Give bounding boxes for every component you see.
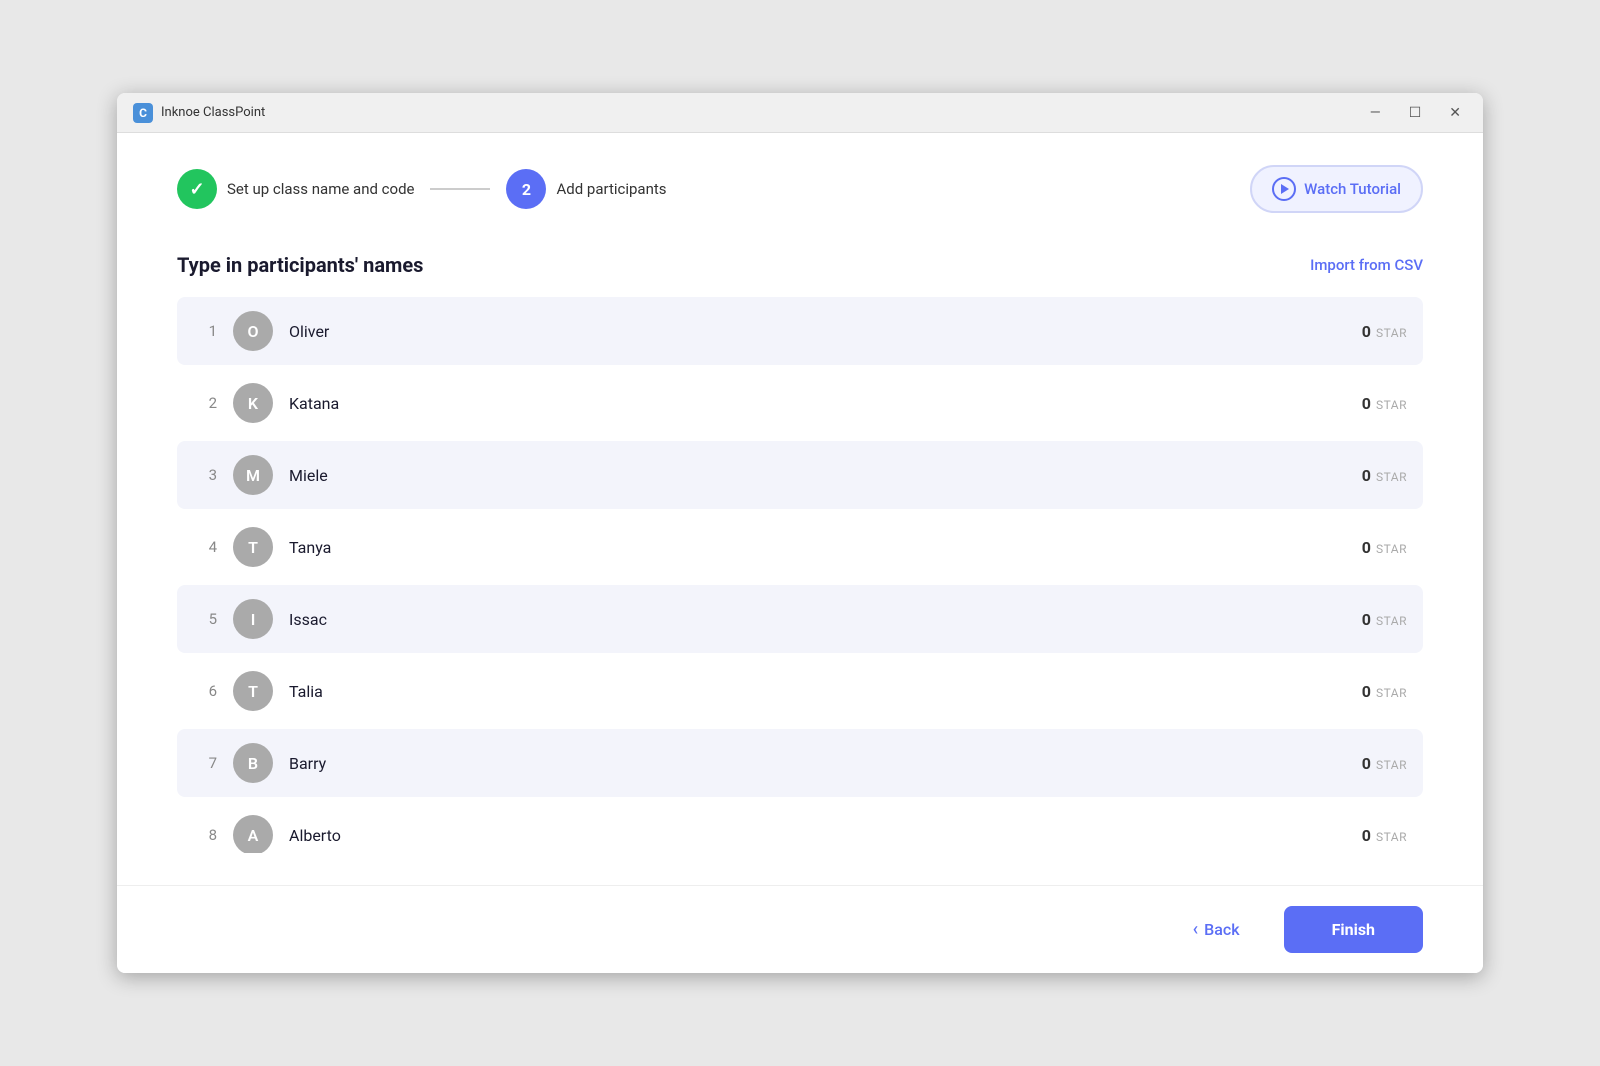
row-number: 7 xyxy=(193,754,217,772)
play-icon xyxy=(1272,177,1296,201)
close-button[interactable]: ✕ xyxy=(1443,103,1467,123)
participant-row: 6 T Talia 0 STAR xyxy=(177,657,1423,725)
stepper-steps: Set up class name and code 2 Add partici… xyxy=(177,169,667,209)
title-bar: C Inknoe ClassPoint — ☐ ✕ xyxy=(117,93,1483,133)
participant-name: Talia xyxy=(289,682,1346,701)
maximize-button[interactable]: ☐ xyxy=(1403,103,1428,123)
star-count: 0 xyxy=(1362,322,1371,341)
row-number: 3 xyxy=(193,466,217,484)
app-window: C Inknoe ClassPoint — ☐ ✕ Set up class n… xyxy=(117,93,1483,973)
step-1-label: Set up class name and code xyxy=(227,180,414,198)
star-count: 0 xyxy=(1362,754,1371,773)
star-count: 0 xyxy=(1362,682,1371,701)
participant-avatar: T xyxy=(233,527,273,567)
star-info: 0 STAR xyxy=(1362,682,1407,701)
participant-avatar: A xyxy=(233,815,273,853)
star-label: STAR xyxy=(1376,686,1407,700)
back-arrow-icon: ‹ xyxy=(1193,919,1199,940)
section-title: Type in participants' names xyxy=(177,253,423,277)
row-number: 6 xyxy=(193,682,217,700)
participant-row: 5 I Issac 0 STAR xyxy=(177,585,1423,653)
row-number: 5 xyxy=(193,610,217,628)
row-number: 2 xyxy=(193,394,217,412)
star-info: 0 STAR xyxy=(1362,394,1407,413)
participant-name: Issac xyxy=(289,610,1346,629)
star-label: STAR xyxy=(1376,398,1407,412)
watch-tutorial-button[interactable]: Watch Tutorial xyxy=(1250,165,1423,213)
app-icon-letter: C xyxy=(139,106,147,120)
participant-name: Miele xyxy=(289,466,1346,485)
window-controls: — ☐ ✕ xyxy=(1364,103,1467,123)
participant-row: 8 A Alberto 0 STAR xyxy=(177,801,1423,853)
participant-row: 7 B Barry 0 STAR xyxy=(177,729,1423,797)
participant-name: Oliver xyxy=(289,322,1346,341)
participant-row: 4 T Tanya 0 STAR xyxy=(177,513,1423,581)
back-label: Back xyxy=(1204,920,1239,939)
participants-list[interactable]: 1 O Oliver 0 STAR 2 K Katana 0 STAR 3 M … xyxy=(177,297,1423,853)
participant-name: Alberto xyxy=(289,826,1346,845)
bottom-bar: ‹ Back Finish xyxy=(117,885,1483,973)
star-label: STAR xyxy=(1376,470,1407,484)
participant-avatar: O xyxy=(233,311,273,351)
star-info: 0 STAR xyxy=(1362,826,1407,845)
star-label: STAR xyxy=(1376,614,1407,628)
star-label: STAR xyxy=(1376,542,1407,556)
participant-name: Tanya xyxy=(289,538,1346,557)
star-label: STAR xyxy=(1376,830,1407,844)
app-title: Inknoe ClassPoint xyxy=(161,105,1364,120)
participant-row: 2 K Katana 0 STAR xyxy=(177,369,1423,437)
participant-name: Barry xyxy=(289,754,1346,773)
star-count: 0 xyxy=(1362,538,1371,557)
star-count: 0 xyxy=(1362,610,1371,629)
star-count: 0 xyxy=(1362,826,1371,845)
step-2-number: 2 xyxy=(506,169,546,209)
participant-avatar: M xyxy=(233,455,273,495)
star-count: 0 xyxy=(1362,466,1371,485)
main-content: Set up class name and code 2 Add partici… xyxy=(117,133,1483,885)
import-csv-link[interactable]: Import from CSV xyxy=(1310,256,1423,274)
participant-avatar: I xyxy=(233,599,273,639)
app-icon: C xyxy=(133,103,153,123)
participant-avatar: K xyxy=(233,383,273,423)
participant-row: 1 O Oliver 0 STAR xyxy=(177,297,1423,365)
step-1: Set up class name and code xyxy=(177,169,414,209)
stepper: Set up class name and code 2 Add partici… xyxy=(177,165,1423,213)
star-label: STAR xyxy=(1376,758,1407,772)
star-label: STAR xyxy=(1376,326,1407,340)
step-2: 2 Add participants xyxy=(506,169,666,209)
back-button[interactable]: ‹ Back xyxy=(1165,907,1268,952)
star-info: 0 STAR xyxy=(1362,322,1407,341)
star-count: 0 xyxy=(1362,394,1371,413)
row-number: 4 xyxy=(193,538,217,556)
section-header: Type in participants' names Import from … xyxy=(177,253,1423,277)
row-number: 8 xyxy=(193,826,217,844)
step-connector xyxy=(430,188,490,190)
star-info: 0 STAR xyxy=(1362,538,1407,557)
star-info: 0 STAR xyxy=(1362,610,1407,629)
participant-avatar: T xyxy=(233,671,273,711)
finish-button[interactable]: Finish xyxy=(1284,906,1423,953)
star-info: 0 STAR xyxy=(1362,466,1407,485)
row-number: 1 xyxy=(193,322,217,340)
participant-name: Katana xyxy=(289,394,1346,413)
participant-row: 3 M Miele 0 STAR xyxy=(177,441,1423,509)
step-1-check-icon xyxy=(177,169,217,209)
watch-tutorial-label: Watch Tutorial xyxy=(1304,180,1401,198)
participant-avatar: B xyxy=(233,743,273,783)
minimize-button[interactable]: — xyxy=(1364,103,1387,123)
step-2-label: Add participants xyxy=(556,180,666,198)
star-info: 0 STAR xyxy=(1362,754,1407,773)
